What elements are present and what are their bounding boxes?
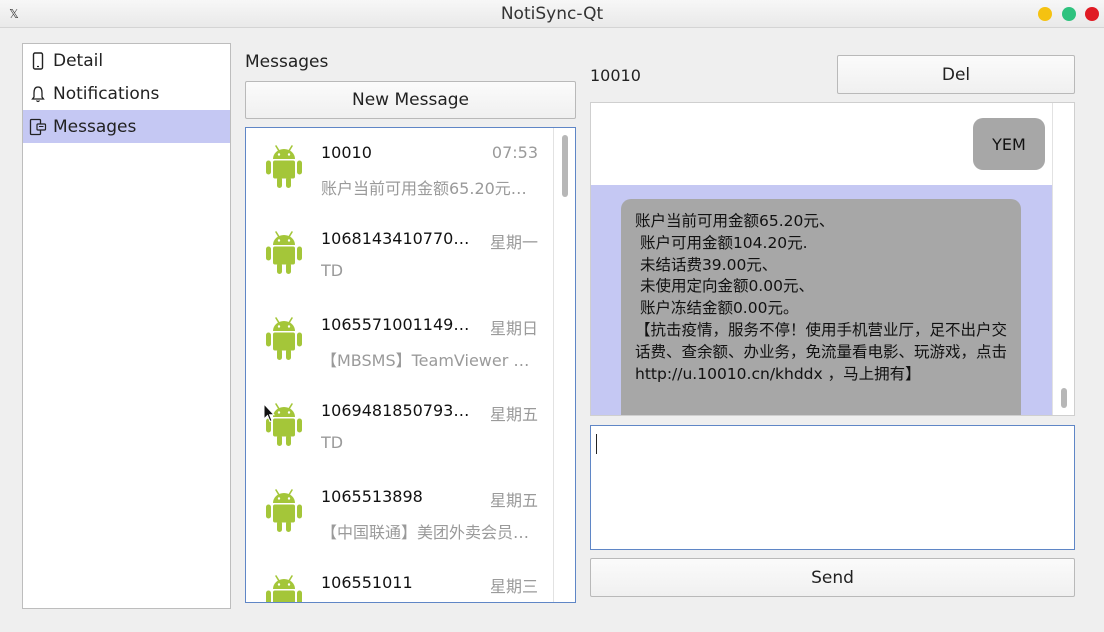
selected-message-row[interactable]: 账户当前可用金额65.20元、 账户可用金额104.20元. 未结话费39.00… [591, 185, 1053, 415]
message-preview: 【中国联通】美团外卖会员… [321, 523, 530, 542]
bell-icon [28, 84, 48, 104]
sidebar-nav: Detail Notifications Messages [22, 43, 231, 609]
android-icon [265, 231, 303, 275]
message-sender: 10010 [321, 143, 372, 162]
sidebar-item-notifications[interactable]: Notifications [23, 77, 230, 110]
message-sender: 106814341077005… [321, 229, 479, 248]
conversation-view[interactable]: YEM 账户当前可用金额65.20元、 账户可用金额104.20元. 未结话费3… [590, 102, 1075, 416]
message-time: 星期五 [489, 405, 538, 424]
list-item[interactable]: 106551011 星期三 [246, 558, 556, 602]
message-time: 星期日 [489, 319, 538, 338]
message-sender: 106557100114937… [321, 315, 479, 334]
message-list-scrollbar[interactable] [553, 128, 575, 602]
android-icon [265, 317, 303, 361]
android-icon [265, 489, 303, 533]
title-bar: 𝕏 NotiSync-Qt [0, 0, 1104, 28]
message-icon [28, 117, 48, 137]
sidebar-item-label: Messages [53, 116, 137, 137]
window-title: NotiSync-Qt [500, 4, 604, 24]
delete-button[interactable]: Del [837, 55, 1075, 94]
mouse-cursor-icon [263, 403, 275, 423]
scrollbar-thumb[interactable] [1061, 388, 1067, 408]
android-icon [265, 145, 303, 189]
message-preview: 【MBSMS】TeamViewer … [321, 351, 530, 370]
minimize-button[interactable] [1038, 7, 1052, 21]
send-button[interactable]: Send [590, 558, 1075, 597]
maximize-button[interactable] [1062, 7, 1076, 21]
message-preview: TD [321, 433, 344, 452]
list-item[interactable]: 10010 07:53 账户当前可用金额65.20元… [246, 128, 556, 214]
list-item[interactable]: 106557100114937… 星期日 【MBSMS】TeamViewer … [246, 300, 556, 386]
sent-message-bubble: YEM [973, 118, 1045, 170]
close-button[interactable] [1085, 7, 1099, 21]
message-sender: 106948185079363… [321, 401, 479, 420]
list-item[interactable]: 106814341077005… 星期一 TD [246, 214, 556, 300]
messages-label: Messages [245, 52, 329, 72]
phone-icon [28, 51, 48, 71]
message-time: 07:53 [491, 143, 538, 162]
list-item[interactable]: 1065513898 星期五 【中国联通】美团外卖会员… [246, 472, 556, 558]
text-caret [596, 434, 597, 454]
android-icon [265, 575, 303, 602]
message-input[interactable] [590, 425, 1075, 550]
sidebar-item-label: Notifications [53, 83, 160, 104]
message-time: 星期五 [489, 491, 538, 510]
sidebar-item-label: Detail [53, 50, 104, 71]
received-message-bubble: 账户当前可用金额65.20元、 账户可用金额104.20元. 未结话费39.00… [621, 199, 1021, 415]
message-preview: TD [321, 261, 344, 280]
new-message-button[interactable]: New Message [245, 81, 576, 119]
sidebar-item-messages[interactable]: Messages [23, 110, 230, 143]
scrollbar-thumb[interactable] [562, 135, 568, 197]
list-item[interactable]: 106948185079363… 星期五 TD [246, 386, 556, 472]
conversation-scrollbar[interactable] [1052, 103, 1074, 415]
message-preview: 账户当前可用金额65.20元… [321, 179, 527, 198]
sidebar-item-detail[interactable]: Detail [23, 44, 230, 77]
conversation-contact: 10010 [590, 66, 641, 85]
message-time: 星期一 [489, 233, 538, 252]
message-sender: 1065513898 [321, 487, 423, 506]
message-time: 星期三 [489, 577, 538, 596]
message-list[interactable]: 10010 07:53 账户当前可用金额65.20元… 106814341077… [245, 127, 576, 603]
message-sender: 106551011 [321, 573, 413, 592]
